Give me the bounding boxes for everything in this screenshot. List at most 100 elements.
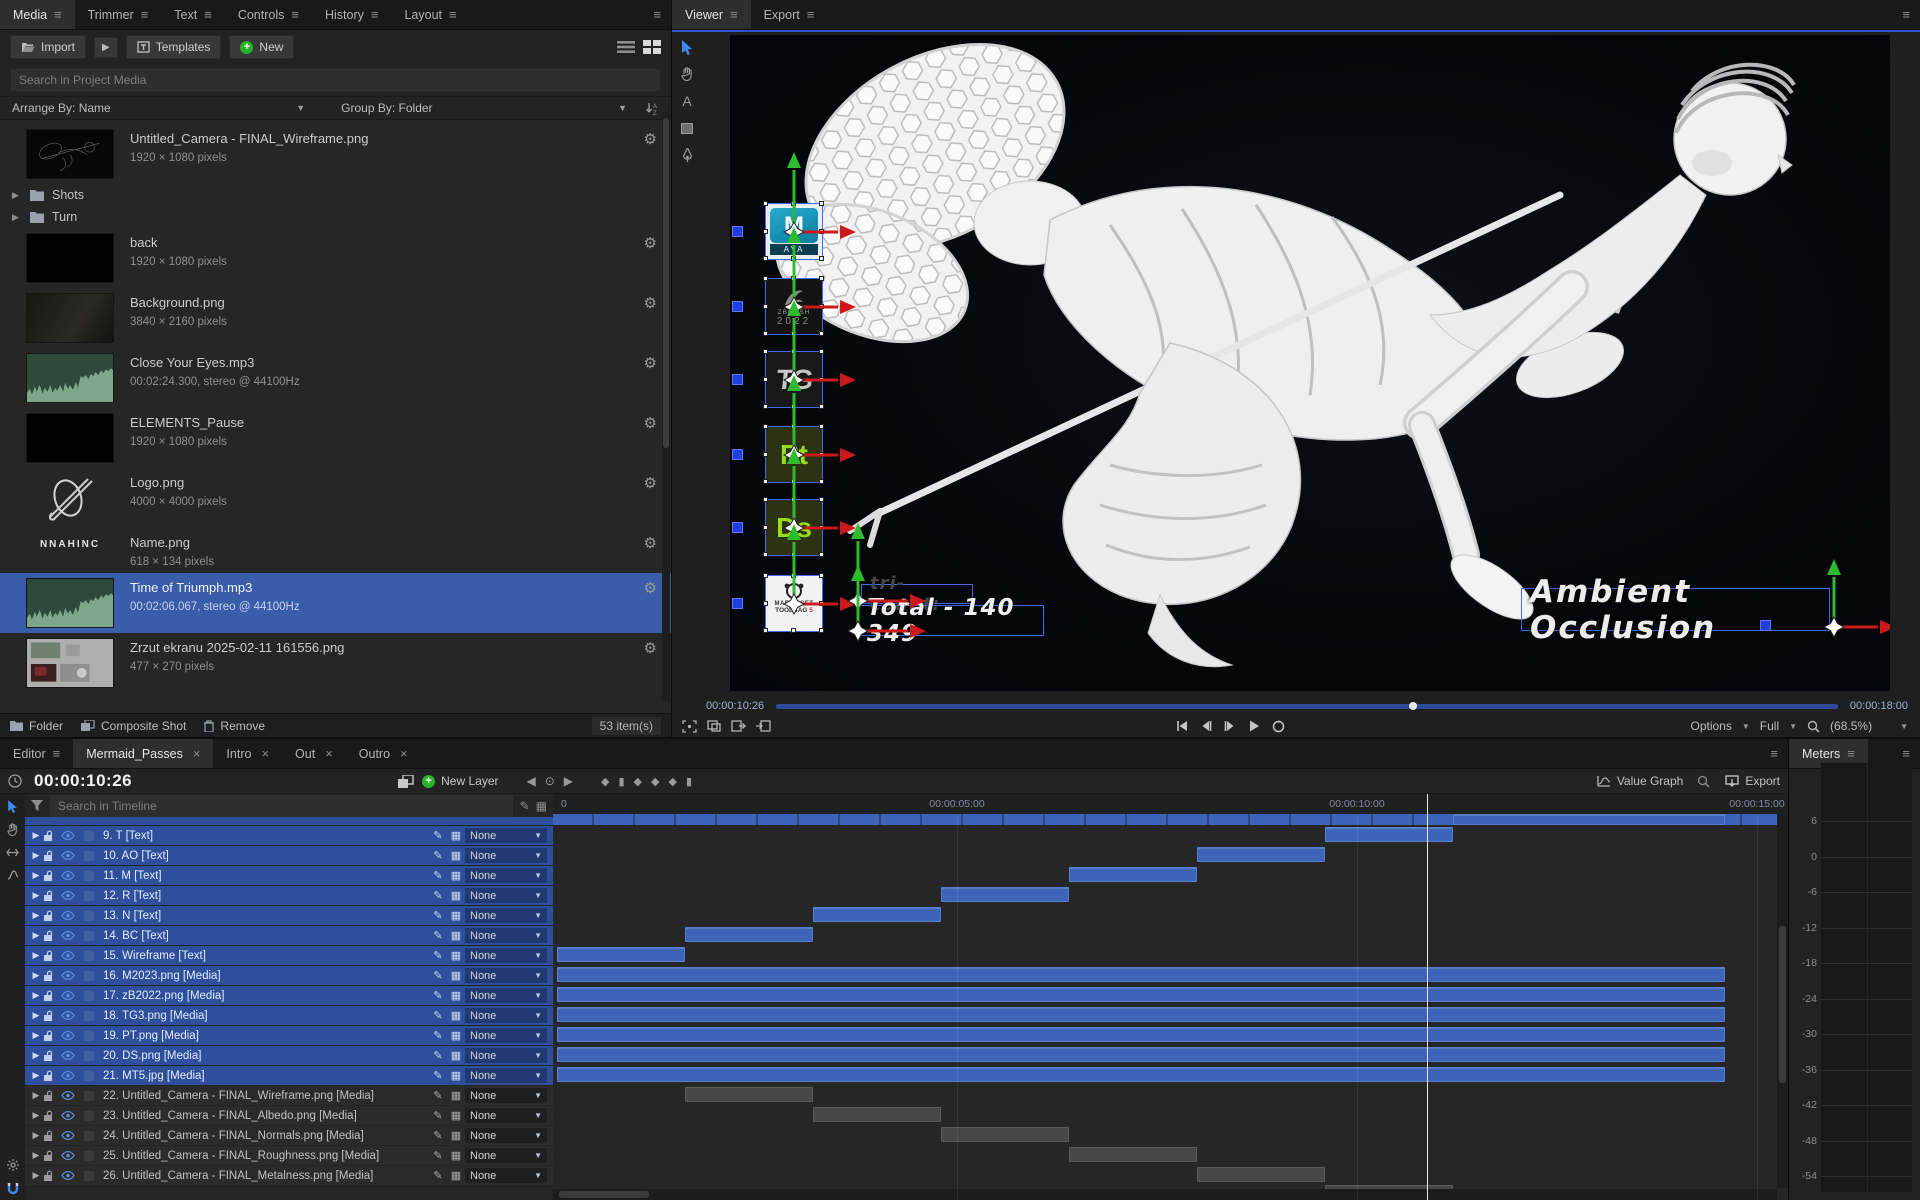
- track-matte-icon[interactable]: ▦: [447, 909, 465, 922]
- track-matte-icon[interactable]: ▦: [447, 1109, 465, 1122]
- playhead-line[interactable]: [1427, 794, 1428, 1200]
- mask-rect-tool[interactable]: [678, 119, 696, 137]
- track-row[interactable]: ▶18. TG3.png [Media]✎▦None▼: [25, 1006, 553, 1025]
- expand-arrow-icon[interactable]: ▶: [12, 212, 22, 223]
- next-keyframe-button[interactable]: ▶: [564, 774, 573, 788]
- slip-tool[interactable]: [5, 844, 21, 860]
- selection-handle[interactable]: [763, 229, 768, 234]
- tab-menu-icon[interactable]: ≡: [1847, 747, 1855, 760]
- timeline-clip[interactable]: [557, 1067, 1725, 1082]
- loop-playback-button[interactable]: [1272, 720, 1285, 733]
- track-visibility-eye-icon[interactable]: [61, 1031, 81, 1040]
- new-button[interactable]: + New: [229, 35, 294, 59]
- composite-shot-icon[interactable]: [398, 775, 414, 788]
- track-edit-pencil-icon[interactable]: ✎: [429, 1029, 447, 1042]
- hand-tool[interactable]: [678, 65, 696, 83]
- selection-handle[interactable]: [791, 404, 796, 409]
- selection-handle[interactable]: [819, 628, 824, 633]
- track-matte-icon[interactable]: ▦: [447, 1049, 465, 1062]
- track-visibility-eye-icon[interactable]: [61, 1091, 81, 1100]
- selection-handle[interactable]: [763, 601, 768, 606]
- media-item[interactable]: Close Your Eyes.mp300:02:24.300, stereo …: [0, 348, 671, 408]
- timeline-clip[interactable]: [685, 1087, 813, 1102]
- group-by-arrow-icon[interactable]: ▼: [618, 103, 627, 113]
- selection-handle[interactable]: [819, 304, 824, 309]
- track-solo-box[interactable]: [84, 871, 94, 881]
- group-by-dropdown[interactable]: Group By: Folder: [341, 101, 432, 115]
- track-row[interactable]: ▶24. Untitled_Camera - FINAL_Normals.png…: [25, 1126, 553, 1145]
- selection-handle[interactable]: [819, 573, 824, 578]
- track-lock-icon[interactable]: [43, 1010, 61, 1022]
- track-edit-pencil-icon[interactable]: ✎: [429, 1089, 447, 1102]
- tab-history[interactable]: History≡: [312, 0, 392, 29]
- track-expand-arrow-icon[interactable]: ▶: [29, 1030, 43, 1041]
- list-view-icon[interactable]: [617, 40, 635, 54]
- total-tricount-text-layer[interactable]: Total - 140 349: [858, 605, 1044, 636]
- new-folder-button[interactable]: Folder: [10, 719, 63, 733]
- tab-trimmer[interactable]: Trimmer≡: [75, 0, 162, 29]
- track-edit-pencil-icon[interactable]: ✎: [429, 909, 447, 922]
- timeline-clip[interactable]: [1453, 814, 1725, 825]
- track-expand-arrow-icon[interactable]: ▶: [29, 1070, 43, 1081]
- track-matte-icon[interactable]: ▦: [447, 1149, 465, 1162]
- track-matte-icon[interactable]: ▦: [447, 1009, 465, 1022]
- tab-controls[interactable]: Controls≡: [225, 0, 312, 29]
- track-solo-box[interactable]: [84, 891, 94, 901]
- track-row[interactable]: ▶12. R [Text]✎▦None▼: [25, 886, 553, 905]
- panel-menu-icon[interactable]: ≡: [1902, 8, 1910, 21]
- selection-handle[interactable]: [763, 377, 768, 382]
- grid-view-icon[interactable]: [643, 40, 661, 54]
- track-row[interactable]: ▶21. MT5.jpg [Media]✎▦None▼: [25, 1066, 553, 1085]
- track-matte-icon[interactable]: ▦: [447, 1069, 465, 1082]
- tab-menu-icon[interactable]: ≡: [54, 8, 62, 21]
- layer-icon-zbrush[interactable]: ZBRUSH2022: [765, 278, 823, 335]
- media-item[interactable]: Untitled_Camera - FINAL_Wireframe.png192…: [0, 124, 671, 184]
- track-expand-arrow-icon[interactable]: ▶: [29, 1050, 43, 1061]
- track-expand-arrow-icon[interactable]: ▶: [29, 910, 43, 921]
- go-to-start-button[interactable]: [1176, 720, 1188, 732]
- track-visibility-eye-icon[interactable]: [61, 931, 81, 940]
- selection-handle[interactable]: [763, 452, 768, 457]
- viewer-seek-bar[interactable]: [776, 704, 1838, 709]
- layer-anchor-handle[interactable]: [732, 522, 743, 533]
- media-item[interactable]: back1920 × 1080 pixels⚙: [0, 228, 671, 288]
- item-gear-icon[interactable]: ⚙: [644, 130, 657, 148]
- panel-menu-icon[interactable]: ≡: [1770, 747, 1778, 760]
- track-visibility-eye-icon[interactable]: [61, 991, 81, 1000]
- track-matte-icon[interactable]: ▦: [447, 1169, 465, 1182]
- select-arrow-tool[interactable]: [678, 38, 696, 56]
- track-row[interactable]: ▶25. Untitled_Camera - FINAL_Roughness.p…: [25, 1146, 553, 1165]
- selection-handle[interactable]: [763, 552, 768, 557]
- track-expand-arrow-icon[interactable]: ▶: [29, 970, 43, 981]
- timeline-clip[interactable]: [557, 1047, 1725, 1062]
- keyframe-manual-icon[interactable]: ▮: [686, 775, 692, 788]
- track-visibility-eye-icon[interactable]: [61, 1051, 81, 1060]
- arrange-by-arrow-icon[interactable]: ▼: [296, 103, 305, 113]
- remove-button[interactable]: Remove: [204, 719, 265, 733]
- composite-shot-button[interactable]: Composite Shot: [81, 719, 186, 733]
- selection-handle[interactable]: [763, 349, 768, 354]
- timeline-clip[interactable]: [557, 1027, 1725, 1042]
- selection-handle[interactable]: [791, 256, 796, 261]
- track-lock-icon[interactable]: [43, 950, 61, 962]
- timeline-clip[interactable]: [1325, 827, 1453, 842]
- track-lock-icon[interactable]: [43, 1030, 61, 1042]
- timeline-vertical-scrollbar[interactable]: [1777, 814, 1788, 1188]
- track-row[interactable]: ▶14. BC [Text]✎▦None▼: [25, 926, 553, 945]
- timeline-clip[interactable]: [685, 927, 813, 942]
- track-edit-pencil-icon[interactable]: ✎: [429, 1129, 447, 1142]
- track-row[interactable]: ▶23. Untitled_Camera - FINAL_Albedo.png …: [25, 1106, 553, 1125]
- layer-anchor-handle[interactable]: [732, 374, 743, 385]
- track-matte-icon[interactable]: ▦: [447, 949, 465, 962]
- track-blend-dropdown[interactable]: None▼: [465, 1168, 547, 1183]
- expand-arrow-icon[interactable]: ▶: [12, 190, 22, 201]
- selection-handle[interactable]: [819, 229, 824, 234]
- tab-media[interactable]: Media≡: [0, 0, 75, 29]
- track-blend-dropdown[interactable]: None▼: [465, 868, 547, 883]
- tab-menu-icon[interactable]: ≡: [807, 8, 815, 21]
- layer-anchor-handle[interactable]: [732, 301, 743, 312]
- selection-handle[interactable]: [763, 497, 768, 502]
- selection-handle[interactable]: [763, 424, 768, 429]
- item-gear-icon[interactable]: ⚙: [644, 579, 657, 597]
- track-lock-icon[interactable]: [43, 870, 61, 882]
